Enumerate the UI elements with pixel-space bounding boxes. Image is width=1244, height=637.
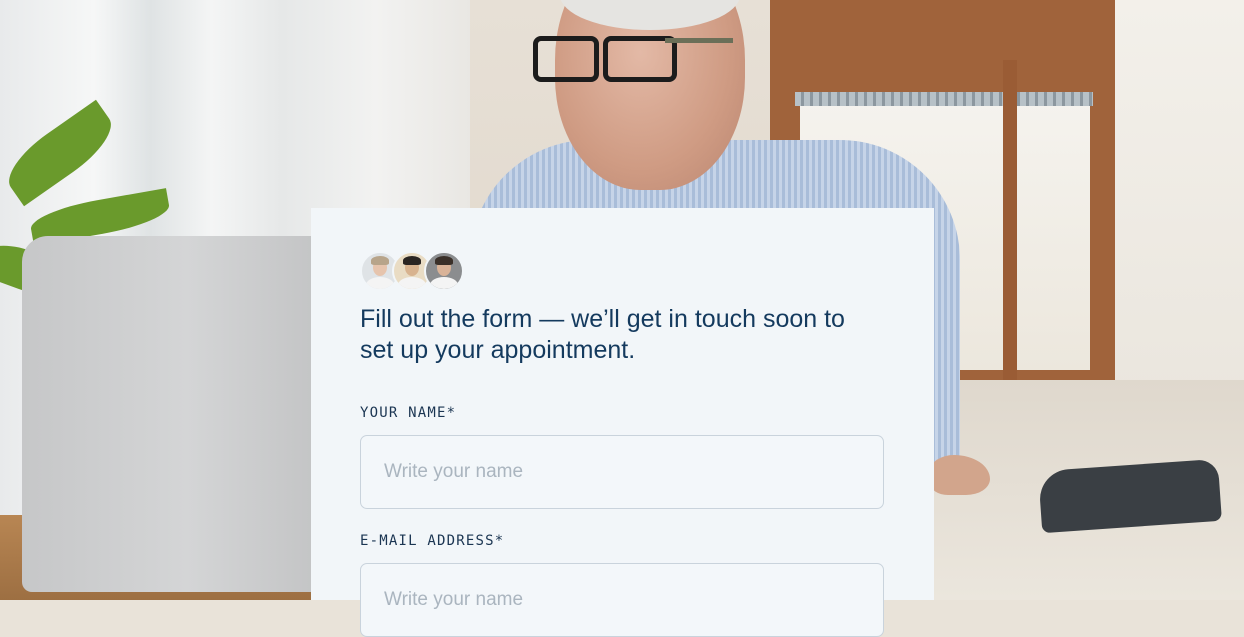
email-input[interactable] — [360, 563, 884, 637]
cushion — [1038, 458, 1222, 534]
doctor-avatars — [360, 251, 464, 291]
glasses-lens — [533, 36, 599, 82]
name-label: YOUR NAME* — [360, 405, 457, 421]
form-headline: Fill out the form — we’ll get in touch s… — [360, 305, 845, 364]
avatar-hair — [371, 256, 389, 265]
appointment-form: Fill out the form — we’ll get in touch s… — [311, 208, 934, 637]
window-mullion — [1003, 60, 1017, 380]
avatar-coat — [398, 277, 426, 289]
avatar-hair — [403, 256, 421, 265]
name-input[interactable] — [360, 435, 884, 509]
doctor-avatar-3 — [424, 251, 464, 291]
laptop — [22, 236, 352, 592]
avatar-hair — [435, 256, 453, 265]
email-label: E-MAIL ADDRESS* — [360, 533, 505, 549]
avatar-coat — [366, 277, 394, 289]
avatar-coat — [430, 277, 458, 289]
glasses-arm — [665, 38, 733, 43]
window-blind — [795, 92, 1093, 106]
